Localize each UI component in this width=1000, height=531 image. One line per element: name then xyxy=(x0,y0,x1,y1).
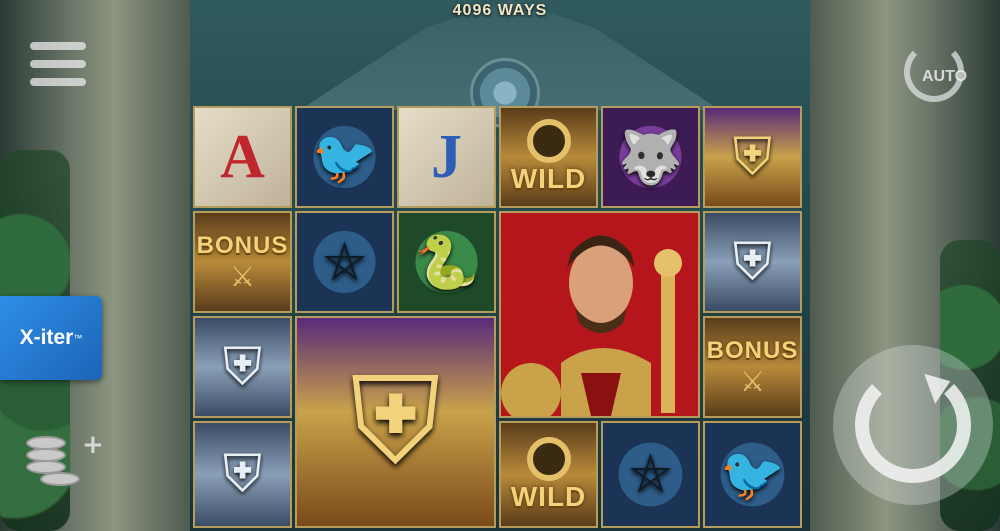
bet-button[interactable]: + xyxy=(24,428,104,494)
wild-symbol: WILD xyxy=(510,163,587,194)
symbol-tile-serpent: 🐍 xyxy=(397,211,496,313)
symbol-tile-wild: WILD xyxy=(499,421,598,528)
symbol-tile-wolf: 🐺 xyxy=(601,106,700,208)
xiter-trademark: ™ xyxy=(73,333,83,343)
symbol-tile-pentagram: ⛤ xyxy=(601,421,700,528)
wolf-icon: 🐺 xyxy=(618,127,683,188)
raven-icon: 🐦 xyxy=(312,127,377,188)
autoplay-label: AUTO xyxy=(922,68,968,85)
menu-button[interactable] xyxy=(30,42,86,88)
symbol-tile-helmet: ⛨ xyxy=(193,421,292,528)
winged-sword-icon: ⚔ xyxy=(739,364,766,398)
spin-arrow-icon xyxy=(855,367,971,483)
symbol-tile-pentagram: ⛤ xyxy=(295,211,394,313)
golden-helmet-icon: ⛨ xyxy=(350,352,441,491)
symbol-tile-bonus: BONUS ⚔ xyxy=(703,316,802,418)
wheel-icon xyxy=(526,119,571,163)
knight-portrait xyxy=(501,213,698,416)
plus-icon: + xyxy=(82,430,104,460)
symbol-tile-j: J xyxy=(397,106,496,208)
pentagram-icon: ⛤ xyxy=(323,231,366,292)
giant-knight-symbol xyxy=(499,211,700,418)
symbol-tile-bonus: BONUS ⚔ xyxy=(193,211,292,313)
symbol-tile-a: A xyxy=(193,106,292,208)
xiter-feature-button[interactable]: X-iter ™ xyxy=(0,296,102,380)
symbol-tile-raven: 🐦 xyxy=(703,421,802,528)
serpent-icon: 🐍 xyxy=(414,232,479,293)
hamburger-menu-icon xyxy=(30,42,86,50)
letter-a-symbol: A xyxy=(220,122,265,191)
bonus-symbol: BONUS xyxy=(706,336,799,364)
symbol-tile-wild: WILD xyxy=(499,106,598,208)
xiter-label: X-iter xyxy=(19,326,74,349)
giant-golden-helmet-symbol: ⛨ xyxy=(295,316,496,528)
helmet-icon: ⛨ xyxy=(732,231,772,292)
symbol-tile-helmet: ⛨ xyxy=(703,211,802,313)
symbol-tile-helmet: ⛨ xyxy=(193,316,292,418)
bonus-symbol: BONUS xyxy=(196,231,289,259)
ways-label: 4096 WAYS xyxy=(452,2,548,19)
helmet-icon: ⛨ xyxy=(222,336,262,397)
symbol-tile-golden-helmet: ⛨ xyxy=(703,106,802,208)
wheel-icon xyxy=(526,436,571,481)
raven-icon: 🐦 xyxy=(720,445,785,505)
spin-button[interactable] xyxy=(833,345,993,505)
symbol-tile-raven: 🐦 xyxy=(295,106,394,208)
coin-stack-plus-icon xyxy=(40,472,80,486)
pentagram-icon: ⛤ xyxy=(629,444,672,504)
hamburger-menu-icon xyxy=(30,60,86,68)
autoplay-button[interactable]: AUTO xyxy=(902,40,982,110)
game-scene: 4096 WAYS A BONUS ⚔ ⛨ ⛨ 🐦 ⛤ ⛨ J 🐍 WILD W… xyxy=(0,0,1000,531)
winged-sword-icon: ⚔ xyxy=(229,259,256,293)
reel-grid: A BONUS ⚔ ⛨ ⛨ 🐦 ⛤ ⛨ J 🐍 WILD WILD 🐺 ⛤ ⛨ … xyxy=(190,103,810,531)
golden-helmet-icon: ⛨ xyxy=(732,126,772,187)
wild-symbol: WILD xyxy=(510,480,587,512)
helmet-icon: ⛨ xyxy=(222,444,262,504)
hamburger-menu-icon xyxy=(30,78,86,86)
letter-j-symbol: J xyxy=(431,122,462,191)
